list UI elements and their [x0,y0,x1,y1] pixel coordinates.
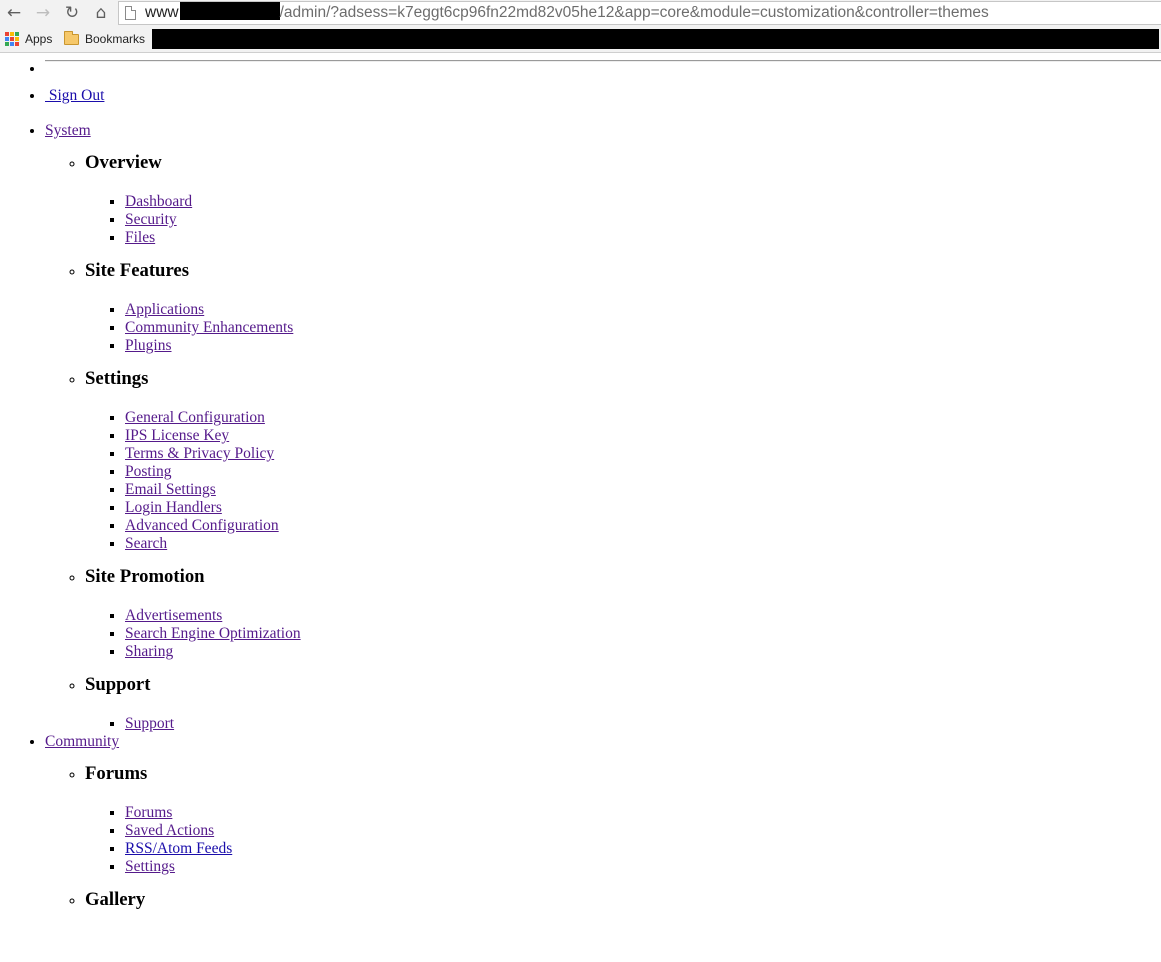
nav-link-posting[interactable]: Posting [125,463,172,480]
bookmark-folder[interactable]: Bookmarks [64,30,146,46]
list-item: Advertisements [125,607,1161,625]
url-path: /admin/?adsess=k7eggt6cp96fn22md82v05he1… [279,4,989,21]
group-title: Forums [85,763,148,784]
nav-link-forums[interactable]: Forums [125,804,172,821]
back-arrow-icon[interactable]: ← [3,3,25,23]
nav-link-terms-privacy[interactable]: Terms & Privacy Policy [125,445,274,462]
group-settings: Settings General Configuration IPS Licen… [85,368,1161,553]
group-title: Gallery [85,889,146,910]
list-item: Applications [125,301,1161,319]
nav-link-rss-feeds[interactable]: RSS/Atom Feeds [125,840,232,857]
nav-link-email-settings[interactable]: Email Settings [125,481,216,498]
list-item: Community Enhancements [125,319,1161,337]
group-links: Applications Community Enhancements Plug… [85,301,1161,355]
list-item: Advanced Configuration [125,517,1161,535]
nav-link-advanced-configuration[interactable]: Advanced Configuration [125,517,279,534]
group-forums: Forums Forums Saved Actions RSS/Atom Fee… [85,763,1161,876]
list-item: Settings [125,858,1161,876]
url-host: www [145,4,179,21]
nav-link-login-handlers[interactable]: Login Handlers [125,499,222,516]
bookmark-label: Bookmarks [85,32,146,46]
group-title: Overview [85,152,162,173]
nav-link-dashboard[interactable]: Dashboard [125,193,192,210]
section-link-community[interactable]: Community [45,733,119,750]
list-item: Support [125,715,1161,733]
apps-grid-icon [5,32,19,46]
list-item: Login Handlers [125,499,1161,517]
home-icon[interactable]: ⌂ [90,3,112,23]
list-item: IPS License Key [125,427,1161,445]
group-links: Dashboard Security Files [85,193,1161,247]
group-links: Support [85,715,1161,733]
list-item: Terms & Privacy Policy [125,445,1161,463]
list-item: Dashboard [125,193,1161,211]
sign-out-link[interactable]: Sign Out [45,87,105,104]
forward-arrow-icon[interactable]: → [32,3,54,23]
section-link-system[interactable]: System [45,122,91,139]
nav-link-seo[interactable]: Search Engine Optimization [125,625,301,642]
nav-link-advertisements[interactable]: Advertisements [125,607,222,624]
system-groups: Overview Dashboard Security Files Site F… [45,152,1161,733]
group-overview: Overview Dashboard Security Files [85,152,1161,247]
nav-link-saved-actions[interactable]: Saved Actions [125,822,214,839]
nav-empty-item [45,60,1161,78]
nav-link-general-configuration[interactable]: General Configuration [125,409,265,426]
nav-link-files[interactable]: Files [125,229,155,246]
group-links: Forums Saved Actions RSS/Atom Feeds Sett… [85,804,1161,876]
list-item: Sharing [125,643,1161,661]
bookmark-label: Apps [25,32,53,46]
url-text[interactable]: www/admin/?adsess=k7eggt6cp96fn22md82v05… [145,2,989,24]
bookmarks-bar: Apps Bookmarks [0,27,1161,53]
group-title: Support [85,674,151,695]
nav-link-community-enhancements[interactable]: Community Enhancements [125,319,293,336]
nav-link-applications[interactable]: Applications [125,301,204,318]
divider [45,60,1161,62]
browser-toolbar: ← → ↻ ⌂ www/admin/?adsess=k7eggt6cp96fn2… [0,0,1161,27]
bookmark-apps[interactable]: Apps [5,32,52,46]
nav-link-support[interactable]: Support [125,715,174,732]
nav-link-security[interactable]: Security [125,211,177,228]
list-item: Search Engine Optimization [125,625,1161,643]
address-bar[interactable]: www/admin/?adsess=k7eggt6cp96fn22md82v05… [118,1,1161,25]
nav-section-system: System Overview Dashboard Security Files… [45,122,1161,733]
redacted-domain [179,2,280,20]
group-gallery: Gallery [85,889,1161,911]
list-item: Posting [125,463,1161,481]
list-item: Saved Actions [125,822,1161,840]
list-item: Search [125,535,1161,553]
list-item: RSS/Atom Feeds [125,840,1161,858]
nav-link-plugins[interactable]: Plugins [125,337,172,354]
list-item: Plugins [125,337,1161,355]
redacted-bookmarks [152,29,1159,49]
nav-section-community: Community Forums Forums Saved Actions RS… [45,733,1161,911]
group-support: Support Support [85,674,1161,733]
community-groups: Forums Forums Saved Actions RSS/Atom Fee… [45,763,1161,911]
folder-icon [64,30,79,45]
list-item: Security [125,211,1161,229]
group-title: Settings [85,368,149,389]
list-item: Email Settings [125,481,1161,499]
group-title: Site Promotion [85,566,205,587]
group-links: Advertisements Search Engine Optimizatio… [85,607,1161,661]
page-icon [125,6,136,20]
reload-icon[interactable]: ↻ [61,3,83,23]
list-item: Forums [125,804,1161,822]
nav-signout-item: Sign Out [45,87,1161,105]
nav-link-ips-license-key[interactable]: IPS License Key [125,427,229,444]
nav-link-forum-settings[interactable]: Settings [125,858,175,875]
page-content: Sign Out System Overview Dashboard Secur… [0,53,1161,930]
list-item: General Configuration [125,409,1161,427]
group-links: General Configuration IPS License Key Te… [85,409,1161,553]
admin-nav: Sign Out System Overview Dashboard Secur… [0,60,1161,911]
group-title: Site Features [85,260,189,281]
nav-link-search[interactable]: Search [125,535,167,552]
nav-link-sharing[interactable]: Sharing [125,643,173,660]
group-site-features: Site Features Applications Community Enh… [85,260,1161,355]
list-item: Files [125,229,1161,247]
group-site-promotion: Site Promotion Advertisements Search Eng… [85,566,1161,661]
